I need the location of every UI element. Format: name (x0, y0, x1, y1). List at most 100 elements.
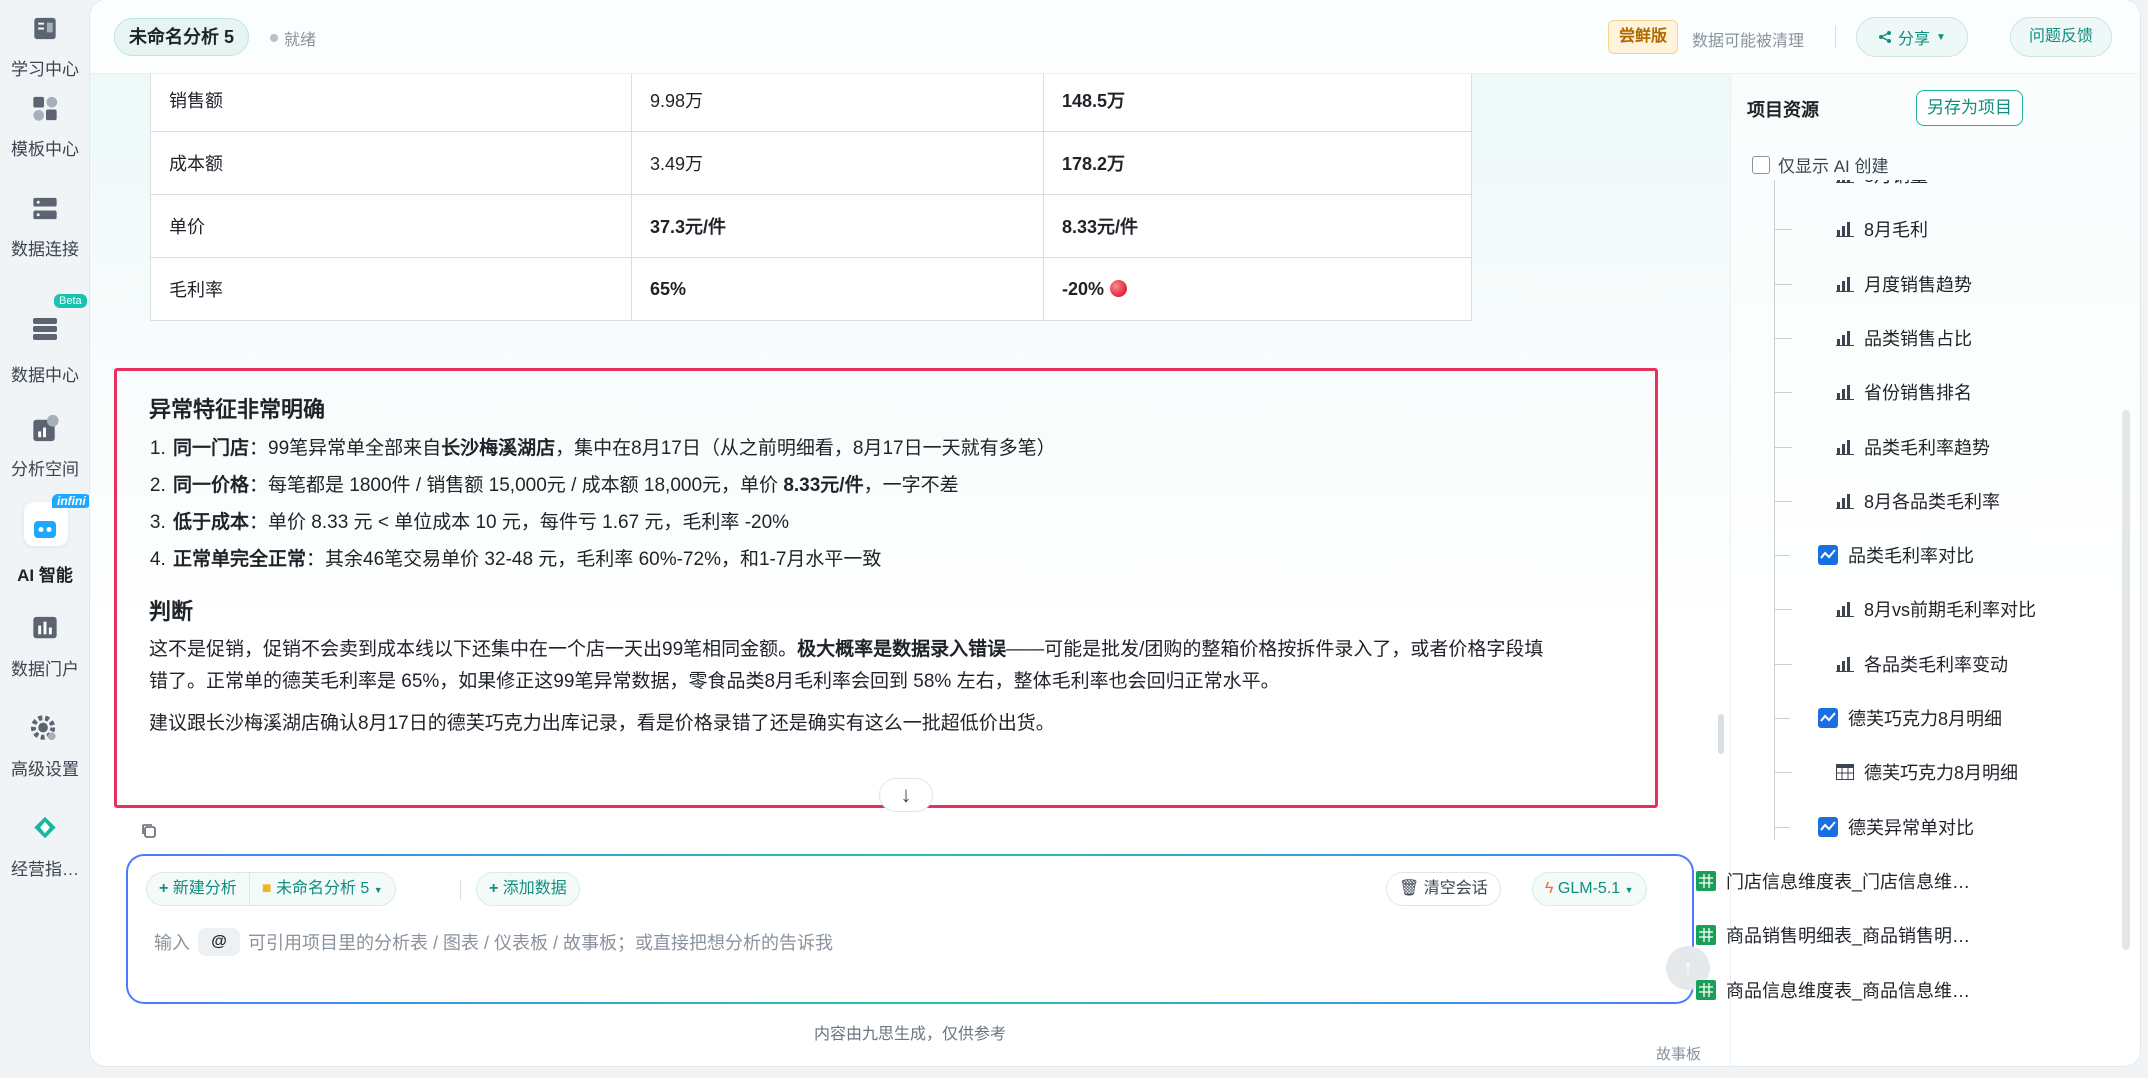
cell-value: 8.33元/件 (1062, 217, 1139, 237)
model-selector[interactable]: ϟ GLM-5.1 ▼ (1532, 872, 1647, 906)
resource-name: 德芙异常单对比 (1848, 817, 1974, 838)
nav-data-connection[interactable]: 数据连接 (0, 180, 90, 260)
bar-chart-icon (1836, 493, 1854, 509)
resource-item[interactable]: 品类毛利率趋势 (1774, 420, 1990, 474)
section-header[interactable]: 故事板 (1656, 1043, 1701, 1064)
copy-icon[interactable] (140, 822, 158, 840)
list-item-text: ：单价 8.33 元 < 单位成本 10 元，每件亏 1.67 元，毛利率 -2… (249, 512, 790, 533)
nav-data-center[interactable]: Beta 数据中心 (0, 294, 90, 385)
placeholder-text: 输入 (154, 933, 190, 953)
database-link-icon (33, 197, 57, 220)
resource-item[interactable]: 德芙异常单对比 (1774, 800, 1974, 854)
save-as-project-button[interactable]: 另存为项目 (1916, 90, 2023, 126)
nav-learning-center[interactable]: 学习中心 (0, 0, 90, 80)
mention-chip[interactable]: @ (198, 928, 240, 956)
bar-chart-icon (1836, 439, 1854, 455)
template-icon (33, 96, 58, 121)
answer-paragraph: 建议跟长沙梅溪湖店确认8月17日的德芙巧克力出库记录，看是价格录错了还是确实有这… (149, 713, 1055, 734)
nav-advanced-settings[interactable]: 高级设置 (0, 700, 90, 780)
resource-item[interactable]: 德芙巧克力8月明细 (1774, 691, 2003, 745)
cell-value: 65% (650, 278, 687, 299)
resource-item[interactable]: 8月毛利 (1774, 202, 1929, 256)
checkbox[interactable] (1752, 155, 1770, 174)
scroll-to-bottom-button[interactable]: ↓ (879, 778, 933, 812)
resource-name: 8月销量 (1864, 180, 1928, 188)
resource-name: 月度销售趋势 (1864, 274, 1972, 295)
resource-name: 8月vs前期毛利率对比 (1864, 600, 2037, 621)
resource-name: 各品类毛利率变动 (1864, 654, 2008, 675)
resource-item[interactable]: 德芙巧克力8月明细 (1774, 745, 2018, 799)
trash-icon: 🗑 (1399, 880, 1420, 897)
nav-label: 学习中心 (11, 60, 79, 79)
table-cell: 销售额 (150, 74, 632, 132)
diamond-icon (34, 816, 56, 839)
bar-chart-icon (1836, 276, 1854, 292)
robot-icon (34, 521, 56, 538)
ai-only-filter[interactable]: 仅显示 AI 创建 (1752, 152, 1889, 177)
table-cell: 37.3元/件 (631, 194, 1044, 258)
tree-branch-line (1774, 337, 1792, 339)
nav-label: 数据连接 (11, 240, 79, 259)
message-input[interactable]: 输入 @ 可引用项目里的分析表 / 图表 / 仪表板 / 故事板；或直接把想分析… (154, 928, 833, 956)
analysis-title[interactable]: 未命名分析 5 (114, 18, 250, 56)
filter-label: 仅显示 AI 创建 (1778, 157, 1889, 176)
clear-chat-button[interactable]: 🗑 清空会话 (1386, 872, 1501, 906)
table-row: 单价 37.3元/件 8.33元/件 (150, 194, 1472, 258)
nav-data-portal[interactable]: 数据门户 (0, 600, 90, 680)
resource-item[interactable]: 省份销售排名 (1774, 365, 1972, 419)
tree-branch-line (1774, 718, 1790, 719)
resource-item[interactable]: 各品类毛利率变动 (1774, 637, 2008, 691)
nav-analysis-space[interactable]: 分析空间 (0, 400, 90, 480)
infini-badge: infini (52, 494, 91, 508)
answer-heading: 异常特征非常明确 (149, 397, 326, 422)
chevron-down-icon: ▼ (373, 885, 383, 895)
new-analysis-label: 新建分析 (172, 880, 237, 897)
scrollbar[interactable] (2122, 410, 2130, 950)
list-item-text: ，集中在8月17日（从之前明细看，8月17日一天就有多笔） (555, 438, 1056, 459)
resource-item[interactable]: 商品销售明细表_商品销售明… (1696, 908, 1970, 962)
nav-template-center[interactable]: 模板中心 (0, 80, 90, 160)
spreadsheet-icon (1696, 870, 1716, 891)
resource-item[interactable]: 月度销售趋势 (1774, 257, 1972, 311)
resource-item[interactable]: 8月销量 (1836, 180, 1928, 202)
nav-business-metrics[interactable]: 经营指… (0, 800, 90, 880)
line-chart-icon (1818, 545, 1838, 566)
line-chart-icon (1818, 816, 1838, 837)
bar-chart-icon (1836, 180, 1854, 183)
resource-name: 省份销售排名 (1864, 383, 1972, 404)
list-item-text: ：每笔都是 1800件 / 销售额 15,000元 / 成本额 18,000元，… (249, 475, 784, 496)
add-data-button[interactable]: + 添加数据 (476, 872, 580, 906)
left-nav-rail: 学习中心 模板中心 数据连接 Beta 数据中心 分析空间 infini AI … (0, 0, 91, 1078)
resource-item[interactable]: 门店信息维度表_门店信息维… (1696, 854, 1970, 908)
table-cell: 65% (631, 257, 1044, 321)
resource-tree: 8月销量AI8月毛利AI月度销售趋势AI品类销售占比AI省份销售排名AI品类毛利… (1640, 180, 2040, 1066)
tree-branch-line (1774, 446, 1792, 448)
nav-ai-intelligence[interactable]: infini AI 智能 (0, 494, 91, 585)
new-analysis-button[interactable]: + 新建分析 (147, 873, 249, 905)
comparison-table: 销售额 9.98万 148.5万 成本额 3.49万 178.2万 单价 37.… (150, 74, 1472, 321)
analysis-dropdown-label: 未命名分析 5 (275, 880, 370, 897)
resource-item[interactable]: 品类销售占比 (1774, 311, 1972, 365)
resource-name: 8月毛利 (1864, 220, 1929, 241)
resource-item[interactable]: 8月vs前期毛利率对比 (1774, 582, 2037, 636)
resource-item[interactable]: 品类毛利率对比 (1774, 528, 1974, 582)
trial-note: 数据可能被清理 (1692, 33, 1805, 50)
resource-item[interactable]: 8月各品类毛利率 (1774, 474, 2000, 528)
beta-badge: Beta (54, 294, 87, 308)
database-icon (33, 318, 57, 340)
trial-badge: 尝鲜版 (1608, 20, 1679, 54)
resource-name: 德芙巧克力8月明细 (1848, 709, 2003, 729)
tree-branch-line (1774, 609, 1792, 611)
analysis-dropdown[interactable]: ■ 未命名分析 5 ▼ (248, 873, 395, 905)
tree-branch-line (1774, 500, 1792, 502)
feedback-button[interactable]: 问题反馈 (2010, 17, 2112, 57)
cell-value: 37.3元/件 (650, 217, 727, 237)
alert-dot-icon (1110, 279, 1128, 297)
spreadsheet-icon (1696, 979, 1716, 1000)
tree-branch-line (1774, 772, 1792, 774)
share-button[interactable]: 分享 ▼ (1856, 17, 1968, 57)
tree-branch-line (1774, 392, 1792, 394)
table-cell: -20% (1043, 257, 1472, 321)
resource-item[interactable]: 商品信息维度表_商品信息维… (1696, 963, 1970, 1017)
bar-chart-icon (1836, 221, 1854, 238)
